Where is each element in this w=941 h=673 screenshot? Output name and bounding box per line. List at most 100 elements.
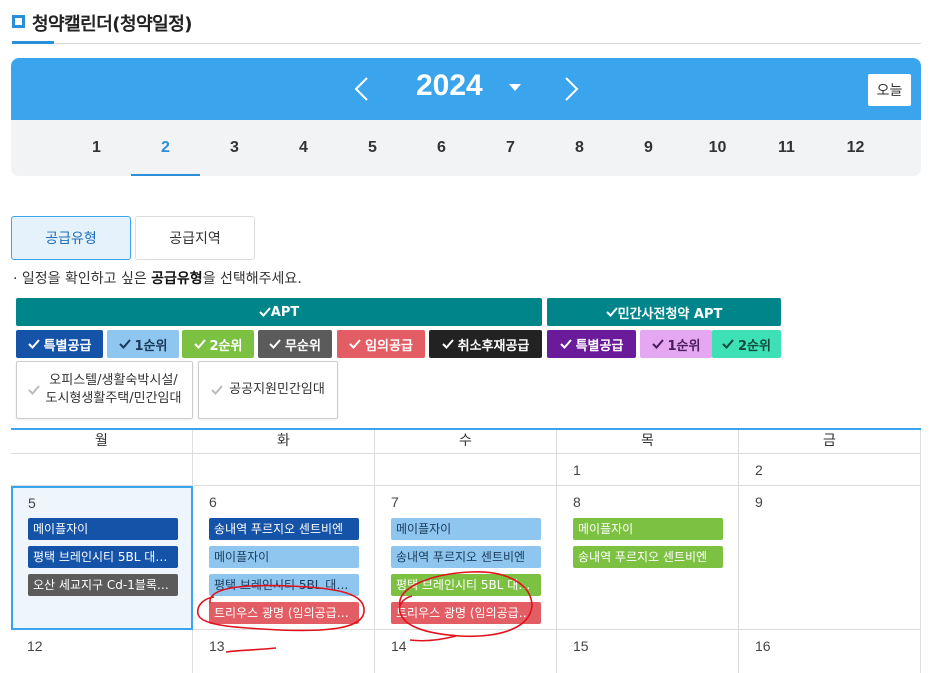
calendar-event[interactable]: 트리우스 광명 (임의공급… <box>209 602 359 624</box>
chip-public-rental-label: 공공지원민간임대 <box>229 382 325 397</box>
calendar-event[interactable]: 메이플자이 <box>209 546 359 568</box>
check-icon <box>259 306 271 318</box>
day-number: 14 <box>391 638 407 654</box>
tab-supply-type[interactable]: 공급유형 <box>11 216 131 260</box>
chip-officetel-line1: 오피스텔/생활숙박시설/ <box>49 373 178 388</box>
tab-month-8[interactable]: 8 <box>545 120 614 176</box>
year-dropdown-caret-icon[interactable] <box>509 84 521 91</box>
tab-month-2[interactable]: 2 <box>131 120 200 176</box>
title-underline <box>12 41 54 44</box>
tab-month-4[interactable]: 4 <box>269 120 338 176</box>
calendar-day-7[interactable]: 7 메이플자이송내역 푸르지오 센트비엔평택 브레인시티 5BL 대… 트리우스 광… <box>375 486 557 630</box>
calendar-day-5[interactable]: 5 메이플자이평택 브레인시티 5BL 대… 오산 세교지구 Cd-1블록… <box>11 486 193 630</box>
check-icon <box>27 384 40 396</box>
year-label[interactable]: 2024 <box>416 69 483 103</box>
calendar-day-13[interactable]: 13 <box>193 630 375 673</box>
group-private-preapt-label: 민간사전청약 APT <box>617 306 723 322</box>
chip-public-private-rental[interactable]: 공공지원민간임대 <box>198 361 338 419</box>
weekday-header: 금 <box>739 430 921 454</box>
chip-apt-cancel-resupply[interactable]: 취소후재공급 <box>429 330 542 358</box>
tab-month-7[interactable]: 7 <box>476 120 545 176</box>
instruction-bold: 공급유형 <box>151 271 203 287</box>
calendar-day-empty <box>11 454 193 486</box>
calendar-day-14[interactable]: 14 <box>375 630 557 673</box>
calendar-event[interactable]: 메이플자이 <box>28 518 178 540</box>
chip-apt-second[interactable]: 2순위 <box>182 330 254 358</box>
chip-label: 2순위 <box>209 338 243 354</box>
calendar-event[interactable]: 송내역 푸르지오 센트비엔 <box>209 518 359 540</box>
weekday-header: 목 <box>557 430 739 454</box>
check-icon <box>193 338 206 350</box>
calendar-day-empty <box>193 454 375 486</box>
calendar-event[interactable]: 평택 브레인시티 5BL 대… <box>28 546 178 568</box>
prev-year-chevron-icon[interactable] <box>350 76 376 102</box>
chip-label: 취소후재공급 <box>457 338 530 354</box>
today-button[interactable]: 오늘 <box>868 74 911 106</box>
check-icon <box>211 384 223 396</box>
chip-pre-second[interactable]: 2순위 <box>712 330 781 358</box>
calendar-event[interactable]: 트리우스 광명 (임의공급… <box>391 602 541 624</box>
calendar-event[interactable]: 송내역 푸르지오 센트비엔 <box>391 546 541 568</box>
tab-month-1[interactable]: 1 <box>62 120 131 176</box>
calendar-day-2[interactable]: 2 <box>739 454 921 486</box>
chip-officetel-line2: 도시형생활주택/민간임대 <box>45 391 182 406</box>
chip-apt-special[interactable]: 특별공급 <box>16 330 103 358</box>
month-tabs: 1 2 3 4 5 6 7 8 9 10 11 12 <box>11 120 921 176</box>
calendar-event[interactable]: 송내역 푸르지오 센트비엔 <box>573 546 723 568</box>
tab-month-5[interactable]: 5 <box>338 120 407 176</box>
calendar-day-8[interactable]: 8 메이플자이 송내역 푸르지오 센트비엔 <box>557 486 739 630</box>
weekday-header: 월 <box>11 430 193 454</box>
day-number: 13 <box>209 638 225 654</box>
page-title: 청약캘린더(청약일정) <box>32 14 193 35</box>
check-icon <box>349 338 361 350</box>
tab-month-9[interactable]: 9 <box>614 120 683 176</box>
calendar-event[interactable]: 메이플자이 <box>391 518 541 540</box>
check-icon <box>559 338 572 350</box>
next-year-chevron-icon[interactable] <box>557 76 583 102</box>
group-private-preapt-toggle[interactable]: 민간사전청약 APT <box>547 298 781 326</box>
chip-label: 1순위 <box>134 338 168 354</box>
chip-apt-first[interactable]: 1순위 <box>107 330 179 358</box>
calendar-day-16[interactable]: 16 <box>739 630 921 673</box>
chip-label: 1순위 <box>667 338 701 354</box>
calendar-event[interactable]: 메이플자이 <box>573 518 723 540</box>
calendar-day-6[interactable]: 6 송내역 푸르지오 센트비엔 메이플자이 평택 브레인시티 5BL 대… 트리우스 광… <box>193 486 375 630</box>
chip-apt-random[interactable]: 임의공급 <box>337 330 425 358</box>
calendar-event[interactable]: 평택 브레인시티 5BL 대… <box>209 574 359 596</box>
weekday-header: 수 <box>375 430 557 454</box>
calendar-day-12[interactable]: 12 <box>11 630 193 673</box>
calendar-day-15[interactable]: 15 <box>557 630 739 673</box>
day-number: 5 <box>28 495 36 511</box>
tab-month-6[interactable]: 6 <box>407 120 476 176</box>
instruction-suffix: 을 선택해주세요. <box>202 271 302 287</box>
group-apt-toggle[interactable]: APT <box>16 298 542 326</box>
group-apt-label: APT <box>270 304 300 320</box>
chip-pre-first[interactable]: 1순위 <box>640 330 712 358</box>
chip-label: 특별공급 <box>43 338 92 354</box>
page-header: 청약캘린더(청약일정) <box>12 8 921 44</box>
chip-label: 2순위 <box>738 338 771 354</box>
instruction-text: · 일정을 확인하고 싶은 공급유형을 선택해주세요. <box>13 268 302 288</box>
chip-officetel-label: 오피스텔/생활숙박시설/도시형생활주택/민간임대 <box>46 372 182 408</box>
calendar-event[interactable]: 평택 브레인시티 5BL 대… <box>391 574 541 596</box>
chip-pre-special[interactable]: 특별공급 <box>547 330 636 358</box>
check-icon <box>441 338 454 350</box>
chip-label: 무순위 <box>285 338 321 354</box>
chip-apt-no-order[interactable]: 무순위 <box>258 330 332 358</box>
tab-month-12[interactable]: 12 <box>821 120 890 176</box>
chip-label: 특별공급 <box>575 338 624 354</box>
tab-month-11[interactable]: 11 <box>752 120 821 176</box>
calendar-day-9[interactable]: 9 <box>739 486 921 630</box>
tab-month-3[interactable]: 3 <box>200 120 269 176</box>
calendar-day-1[interactable]: 1 <box>557 454 739 486</box>
tab-supply-region[interactable]: 공급지역 <box>135 216 255 260</box>
chip-officetel-etc[interactable]: 오피스텔/생활숙박시설/도시형생활주택/민간임대 <box>16 361 193 419</box>
check-icon <box>605 306 618 318</box>
calendar-event[interactable]: 오산 세교지구 Cd-1블록… <box>28 574 178 596</box>
check-icon <box>651 338 664 350</box>
day-number: 12 <box>27 638 43 654</box>
calendar-grid: 월 화 수 목 금 1 2 5 메이플자이 평택 브레인시티 5BL 대… 오산 세교지구 Cd-1… <box>11 428 921 673</box>
day-number: 7 <box>391 494 399 510</box>
tab-month-10[interactable]: 10 <box>683 120 752 176</box>
year-navigation: 2024 오늘 <box>11 58 921 120</box>
